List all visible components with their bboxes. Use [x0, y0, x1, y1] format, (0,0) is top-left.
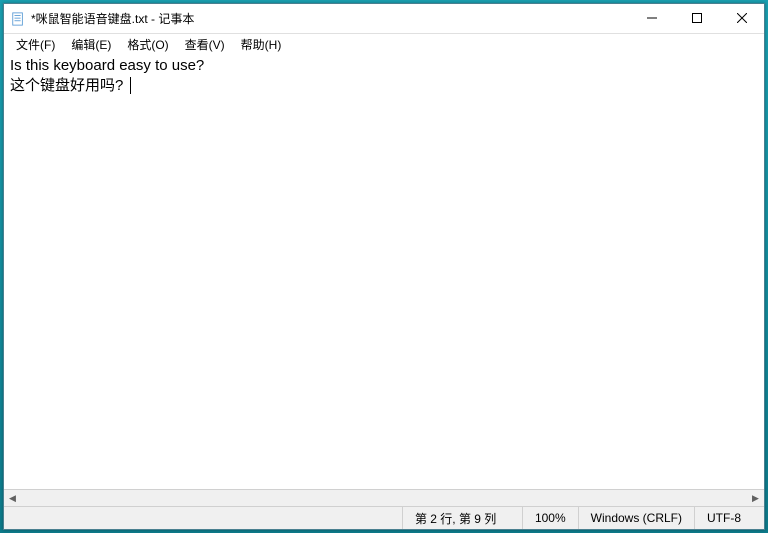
status-cursor-position: 第 2 行, 第 9 列	[402, 507, 522, 529]
maximize-button[interactable]	[674, 4, 719, 32]
menu-view[interactable]: 查看(V)	[177, 34, 233, 55]
text-line: Is this keyboard easy to use?	[10, 56, 758, 76]
status-encoding: UTF-8	[694, 507, 764, 529]
statusbar: 第 2 行, 第 9 列 100% Windows (CRLF) UTF-8	[4, 506, 764, 529]
status-zoom[interactable]: 100%	[522, 507, 578, 529]
menu-edit[interactable]: 编辑(E)	[63, 34, 119, 55]
window-title: *咪鼠智能语音键盘.txt - 记事本	[31, 10, 629, 27]
text-caret	[130, 77, 131, 94]
minimize-button[interactable]	[629, 4, 674, 32]
scroll-right-arrow-icon[interactable]: ▶	[747, 490, 764, 507]
notepad-window: *咪鼠智能语音键盘.txt - 记事本 文件(F) 编辑(E) 格式(O) 查看…	[3, 3, 765, 530]
status-line-ending: Windows (CRLF)	[578, 507, 694, 529]
text-editor-area[interactable]: Is this keyboard easy to use? 这个键盘好用吗?	[4, 54, 764, 489]
text-line: 这个键盘好用吗?	[10, 76, 758, 96]
menu-help[interactable]: 帮助(H)	[233, 34, 290, 55]
status-spacer	[4, 507, 402, 529]
menu-format[interactable]: 格式(O)	[119, 34, 176, 55]
menu-file[interactable]: 文件(F)	[8, 34, 63, 55]
titlebar[interactable]: *咪鼠智能语音键盘.txt - 记事本	[4, 4, 764, 34]
window-controls	[629, 4, 764, 33]
menubar: 文件(F) 编辑(E) 格式(O) 查看(V) 帮助(H)	[4, 34, 764, 54]
scroll-track[interactable]	[21, 490, 747, 506]
horizontal-scrollbar[interactable]: ◀ ▶	[4, 489, 764, 506]
notepad-icon	[10, 11, 26, 27]
close-button[interactable]	[719, 4, 764, 32]
scroll-left-arrow-icon[interactable]: ◀	[4, 490, 21, 507]
